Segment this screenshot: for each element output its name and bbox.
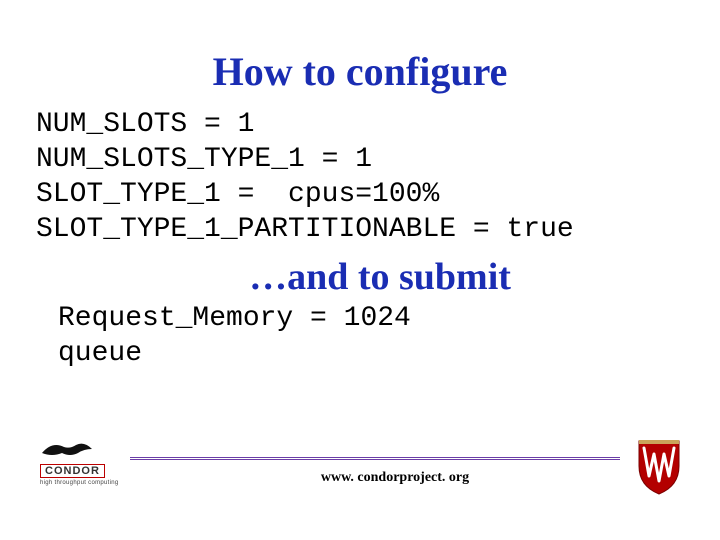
condor-bird-icon — [40, 439, 94, 461]
slide: How to configure NUM_SLOTS = 1 NUM_SLOTS… — [0, 0, 720, 540]
uw-crest-icon — [634, 436, 684, 496]
title-how-to-configure: How to configure — [40, 48, 680, 95]
footer-url: www. condorproject. org — [0, 470, 720, 486]
footer: CONDOR high throughput computing www. co… — [0, 440, 720, 510]
config-code-block: NUM_SLOTS = 1 NUM_SLOTS_TYPE_1 = 1 SLOT_… — [36, 107, 680, 247]
footer-separator — [130, 457, 620, 460]
title-and-to-submit: …and to submit — [40, 255, 680, 299]
submit-code-block: Request_Memory = 1024 queue — [58, 301, 680, 371]
